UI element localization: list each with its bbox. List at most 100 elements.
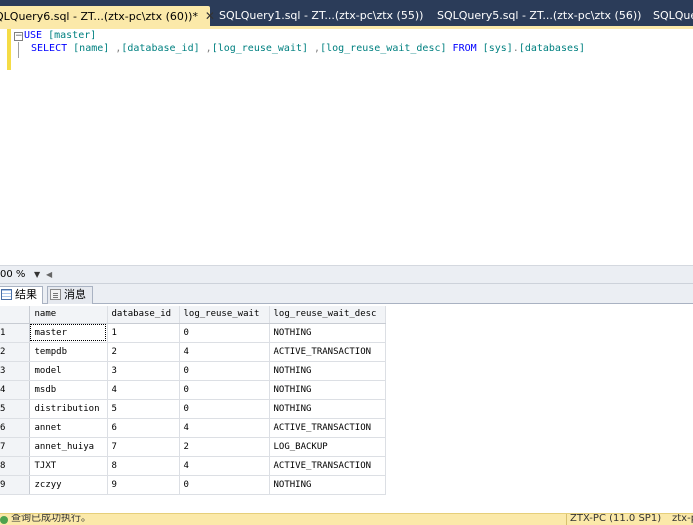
cell-log-reuse-wait[interactable]: 0 — [179, 361, 270, 381]
status-bar: 查询已成功执行。 ZTX-PC (11.0 SP1) ztx-p — [0, 513, 693, 525]
cell-database-id[interactable]: 3 — [107, 361, 180, 381]
cell-log-reuse-wait[interactable]: 4 — [179, 418, 270, 438]
table-row[interactable]: 1 master 1 0 NOTHING — [0, 323, 386, 343]
row-number[interactable]: 8 — [0, 456, 30, 476]
cell-log-reuse-wait[interactable]: 0 — [179, 323, 270, 343]
tab-messages[interactable]: 消息 — [47, 286, 93, 304]
column-log-reuse-wait: [log_reuse_wait] — [211, 43, 309, 54]
status-user: ztx-p — [672, 513, 693, 524]
column-header-log-reuse-wait[interactable]: log_reuse_wait — [179, 306, 270, 324]
table-row[interactable]: 4 msdb 4 0 NOTHING — [0, 380, 386, 400]
row-number[interactable]: 4 — [0, 380, 30, 400]
tab-results[interactable]: 结果 — [0, 286, 43, 304]
status-server: ZTX-PC (11.0 SP1) — [570, 513, 662, 524]
tab-results-label: 结果 — [15, 288, 37, 301]
cell-log-reuse-wait-desc[interactable]: NOTHING — [269, 399, 386, 419]
results-table: name database_id log_reuse_wait log_reus… — [0, 306, 386, 495]
row-number[interactable]: 5 — [0, 399, 30, 419]
select-all-cell[interactable] — [0, 306, 30, 324]
cell-name[interactable]: distribution — [29, 399, 108, 419]
cell-log-reuse-wait-desc[interactable]: NOTHING — [269, 323, 386, 343]
column-name: [name] — [73, 43, 110, 54]
tab-label: QLQuery6.sql - ZT...(ztx-pc\ztx (60))* — [0, 10, 198, 23]
row-number[interactable]: 1 — [0, 323, 30, 343]
cell-name[interactable]: msdb — [29, 380, 108, 400]
header-row: name database_id log_reuse_wait log_reus… — [0, 306, 386, 324]
table-row[interactable]: 2 tempdb 2 4 ACTIVE_TRANSACTION — [0, 342, 386, 362]
table-row[interactable]: 6 annet 6 4 ACTIVE_TRANSACTION — [0, 418, 386, 438]
column-database-id: [database_id] — [121, 43, 200, 54]
row-number[interactable]: 3 — [0, 361, 30, 381]
cell-database-id[interactable]: 9 — [107, 475, 180, 495]
cell-log-reuse-wait[interactable]: 0 — [179, 380, 270, 400]
cell-log-reuse-wait-desc[interactable]: ACTIVE_TRANSACTION — [269, 456, 386, 476]
column-log-reuse-wait-desc: [log_reuse_wait_desc] — [320, 43, 447, 54]
tab-sqlquery1[interactable]: SQLQuery1.sql - ZT...(ztx-pc\ztx (55)) — [217, 6, 423, 27]
column-header-database-id[interactable]: database_id — [107, 306, 180, 324]
code-line-1[interactable]: USE [master] — [24, 29, 96, 43]
database-identifier: [master] — [48, 30, 97, 41]
table-row[interactable]: 8 TJXT 8 4 ACTIVE_TRANSACTION — [0, 456, 386, 476]
cell-log-reuse-wait-desc[interactable]: LOG_BACKUP — [269, 437, 386, 457]
tab-sqlquery-more[interactable]: SQLQuer — [651, 6, 693, 27]
schema-identifier: [sys] — [482, 43, 513, 54]
row-number[interactable]: 7 — [0, 437, 30, 457]
cell-database-id[interactable]: 4 — [107, 380, 180, 400]
cell-log-reuse-wait[interactable]: 4 — [179, 456, 270, 476]
cell-database-id[interactable]: 6 — [107, 418, 180, 438]
cell-log-reuse-wait-desc[interactable]: NOTHING — [269, 361, 386, 381]
zoom-dropdown-icon[interactable]: ▼ — [34, 268, 40, 282]
cell-log-reuse-wait-desc[interactable]: NOTHING — [269, 380, 386, 400]
row-number[interactable]: 2 — [0, 342, 30, 362]
cell-log-reuse-wait-desc[interactable]: NOTHING — [269, 475, 386, 495]
tab-label: SQLQuery5.sql - ZT...(ztx-pc\ztx (56)) — [437, 9, 642, 22]
table-row[interactable]: 5 distribution 5 0 NOTHING — [0, 399, 386, 419]
close-icon[interactable]: ✕ — [202, 6, 218, 26]
tab-label: SQLQuer — [653, 9, 693, 22]
tab-messages-label: 消息 — [64, 288, 86, 301]
column-header-name[interactable]: name — [29, 306, 108, 324]
cell-database-id[interactable]: 2 — [107, 342, 180, 362]
tab-sqlquery5[interactable]: SQLQuery5.sql - ZT...(ztx-pc\ztx (56)) — [435, 6, 642, 27]
outline-line — [18, 42, 19, 58]
cell-log-reuse-wait[interactable]: 4 — [179, 342, 270, 362]
tab-sqlquery6[interactable]: QLQuery6.sql - ZT...(ztx-pc\ztx (60))* ✕ — [0, 6, 215, 27]
cell-name[interactable]: master — [29, 323, 108, 343]
row-number[interactable]: 6 — [0, 418, 30, 438]
cell-log-reuse-wait-desc[interactable]: ACTIVE_TRANSACTION — [269, 418, 386, 438]
table-row[interactable]: 3 model 3 0 NOTHING — [0, 361, 386, 381]
scroll-left-icon[interactable]: ◀ — [46, 268, 52, 282]
cell-database-id[interactable]: 7 — [107, 437, 180, 457]
collapse-icon[interactable]: − — [14, 32, 23, 41]
grid-icon — [1, 289, 12, 300]
cell-log-reuse-wait[interactable]: 0 — [179, 399, 270, 419]
success-icon — [0, 516, 8, 524]
cell-database-id[interactable]: 5 — [107, 399, 180, 419]
keyword-from: FROM — [452, 43, 477, 54]
status-divider — [566, 514, 567, 525]
table-row[interactable]: 9 zczyy 9 0 NOTHING — [0, 475, 386, 495]
keyword-select: SELECT — [31, 43, 68, 54]
cell-log-reuse-wait[interactable]: 0 — [179, 475, 270, 495]
cell-name[interactable]: annet_huiya — [29, 437, 108, 457]
cell-name[interactable]: zczyy — [29, 475, 108, 495]
cell-name[interactable]: TJXT — [29, 456, 108, 476]
column-header-log-reuse-wait-desc[interactable]: log_reuse_wait_desc — [269, 306, 386, 324]
cell-database-id[interactable]: 8 — [107, 456, 180, 476]
cell-name[interactable]: model — [29, 361, 108, 381]
query-editor[interactable]: − USE [master] SELECT [name] ,[database_… — [0, 29, 693, 265]
table-identifier: [databases] — [518, 43, 586, 54]
cell-name[interactable]: annet — [29, 418, 108, 438]
table-row[interactable]: 7 annet_huiya 7 2 LOG_BACKUP — [0, 437, 386, 457]
cell-log-reuse-wait-desc[interactable]: ACTIVE_TRANSACTION — [269, 342, 386, 362]
cell-log-reuse-wait[interactable]: 2 — [179, 437, 270, 457]
changed-lines-marker — [7, 29, 11, 70]
cell-database-id[interactable]: 1 — [107, 323, 180, 343]
cell-name[interactable]: tempdb — [29, 342, 108, 362]
message-icon — [50, 289, 61, 300]
document-tab-strip: QLQuery6.sql - ZT...(ztx-pc\ztx (60))* ✕ … — [0, 0, 693, 27]
code-line-2[interactable]: SELECT [name] ,[database_id] ,[log_reuse… — [31, 42, 585, 56]
row-number[interactable]: 9 — [0, 475, 30, 495]
keyword-use: USE — [24, 30, 43, 41]
results-grid[interactable]: name database_id log_reuse_wait log_reus… — [0, 305, 693, 513]
